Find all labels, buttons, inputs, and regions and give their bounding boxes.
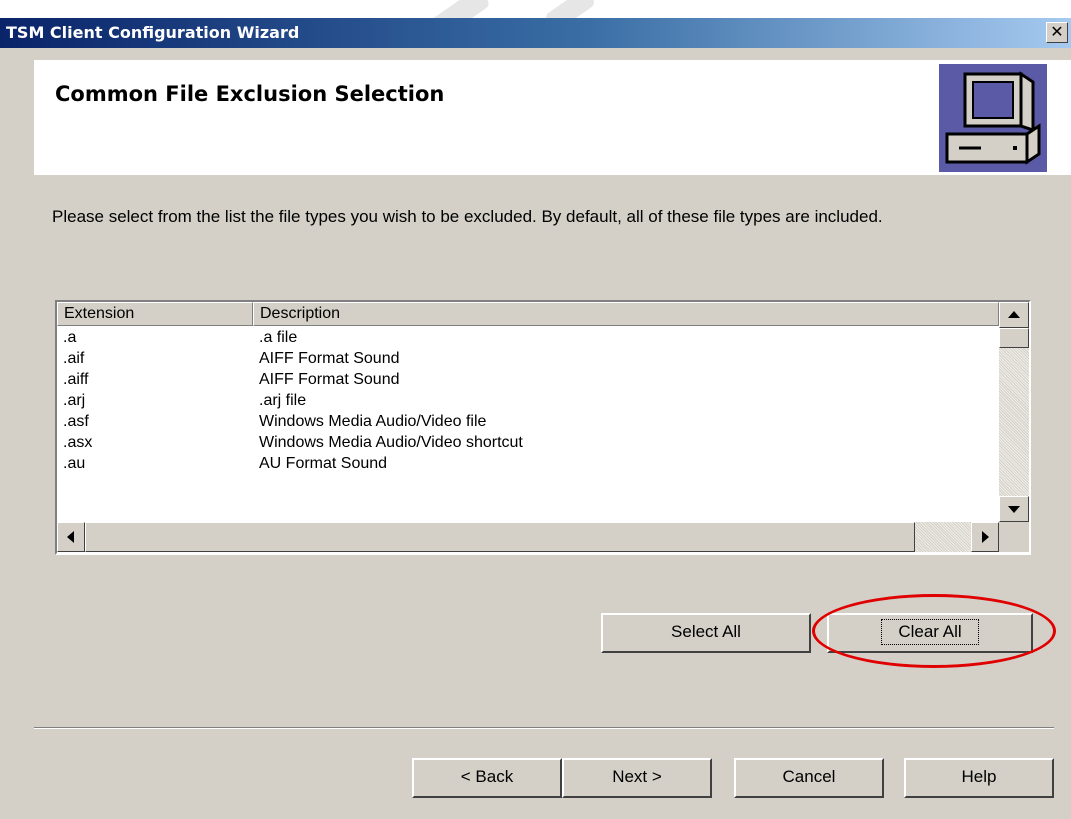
list-item[interactable]: .au AU Format Sound bbox=[57, 453, 999, 474]
page-title: Common File Exclusion Selection bbox=[55, 82, 445, 106]
list-item[interactable]: .aiff AIFF Format Sound bbox=[57, 369, 999, 390]
window-title: TSM Client Configuration Wizard bbox=[6, 23, 300, 42]
clear-all-label: Clear All bbox=[881, 619, 979, 645]
next-button[interactable]: Next > bbox=[562, 758, 712, 798]
list-item[interactable]: .aif AIFF Format Sound bbox=[57, 348, 999, 369]
computer-icon bbox=[939, 64, 1047, 172]
wizard-window: TSM Client Configuration Wizard ✕ Common… bbox=[0, 18, 1071, 819]
wizard-header: Common File Exclusion Selection bbox=[34, 60, 1071, 175]
row-description: Windows Media Audio/Video shortcut bbox=[259, 434, 523, 451]
help-button[interactable]: Help bbox=[904, 758, 1054, 798]
file-type-list[interactable]: Extension Description .a .a file .aif AIFF… bbox=[55, 300, 1031, 555]
row-extension: .aif bbox=[63, 350, 85, 367]
title-bar: TSM Client Configuration Wizard ✕ bbox=[0, 18, 1071, 48]
row-extension: .asf bbox=[63, 413, 89, 430]
row-extension: .au bbox=[63, 455, 86, 472]
row-description: Windows Media Audio/Video file bbox=[259, 413, 487, 430]
scroll-corner bbox=[999, 522, 1029, 552]
list-item[interactable]: .asf Windows Media Audio/Video file bbox=[57, 411, 999, 432]
row-description: AIFF Format Sound bbox=[259, 350, 400, 367]
list-item[interactable]: .arj .arj file bbox=[57, 390, 999, 411]
arrow-up-icon bbox=[1008, 311, 1020, 318]
cancel-label: Cancel bbox=[782, 767, 836, 786]
select-all-label: Select All bbox=[671, 622, 741, 641]
horizontal-scrollbar[interactable] bbox=[57, 522, 999, 552]
clear-all-button[interactable]: Clear All bbox=[827, 613, 1033, 653]
separator bbox=[34, 727, 1054, 729]
scroll-left-button[interactable] bbox=[57, 522, 85, 552]
close-icon: ✕ bbox=[1050, 22, 1064, 41]
list-content: Extension Description .a .a file .aif AIFF… bbox=[57, 302, 999, 522]
close-button[interactable]: ✕ bbox=[1046, 22, 1068, 43]
vertical-scrollbar[interactable] bbox=[999, 302, 1029, 522]
arrow-right-icon bbox=[982, 531, 989, 543]
next-label: Next > bbox=[612, 767, 662, 786]
column-header-extension[interactable]: Extension bbox=[57, 302, 253, 326]
select-all-button[interactable]: Select All bbox=[601, 613, 811, 653]
row-description: AIFF Format Sound bbox=[259, 371, 400, 388]
row-extension: .aiff bbox=[63, 371, 89, 388]
row-description: .arj file bbox=[259, 392, 307, 409]
cancel-button[interactable]: Cancel bbox=[734, 758, 884, 798]
scroll-down-button[interactable] bbox=[999, 496, 1029, 522]
instruction-text: Please select from the list the file typ… bbox=[52, 207, 883, 226]
list-item[interactable]: .asx Windows Media Audio/Video shortcut bbox=[57, 432, 999, 453]
scroll-thumb[interactable] bbox=[999, 328, 1029, 348]
arrow-down-icon bbox=[1008, 506, 1020, 513]
scroll-up-button[interactable] bbox=[999, 302, 1029, 328]
scroll-right-button[interactable] bbox=[971, 522, 999, 552]
row-extension: .arj bbox=[63, 392, 86, 409]
back-button[interactable]: < Back bbox=[412, 758, 562, 798]
row-extension: .a bbox=[63, 329, 77, 346]
row-extension: .asx bbox=[63, 434, 93, 451]
list-item[interactable]: .a .a file bbox=[57, 327, 999, 348]
back-label: < Back bbox=[460, 767, 514, 786]
scroll-thumb-horizontal[interactable] bbox=[85, 522, 915, 552]
row-description: AU Format Sound bbox=[259, 455, 388, 472]
column-header-description[interactable]: Description bbox=[253, 302, 999, 326]
help-label: Help bbox=[961, 767, 997, 786]
row-description: .a file bbox=[259, 329, 298, 346]
arrow-left-icon bbox=[67, 531, 74, 543]
